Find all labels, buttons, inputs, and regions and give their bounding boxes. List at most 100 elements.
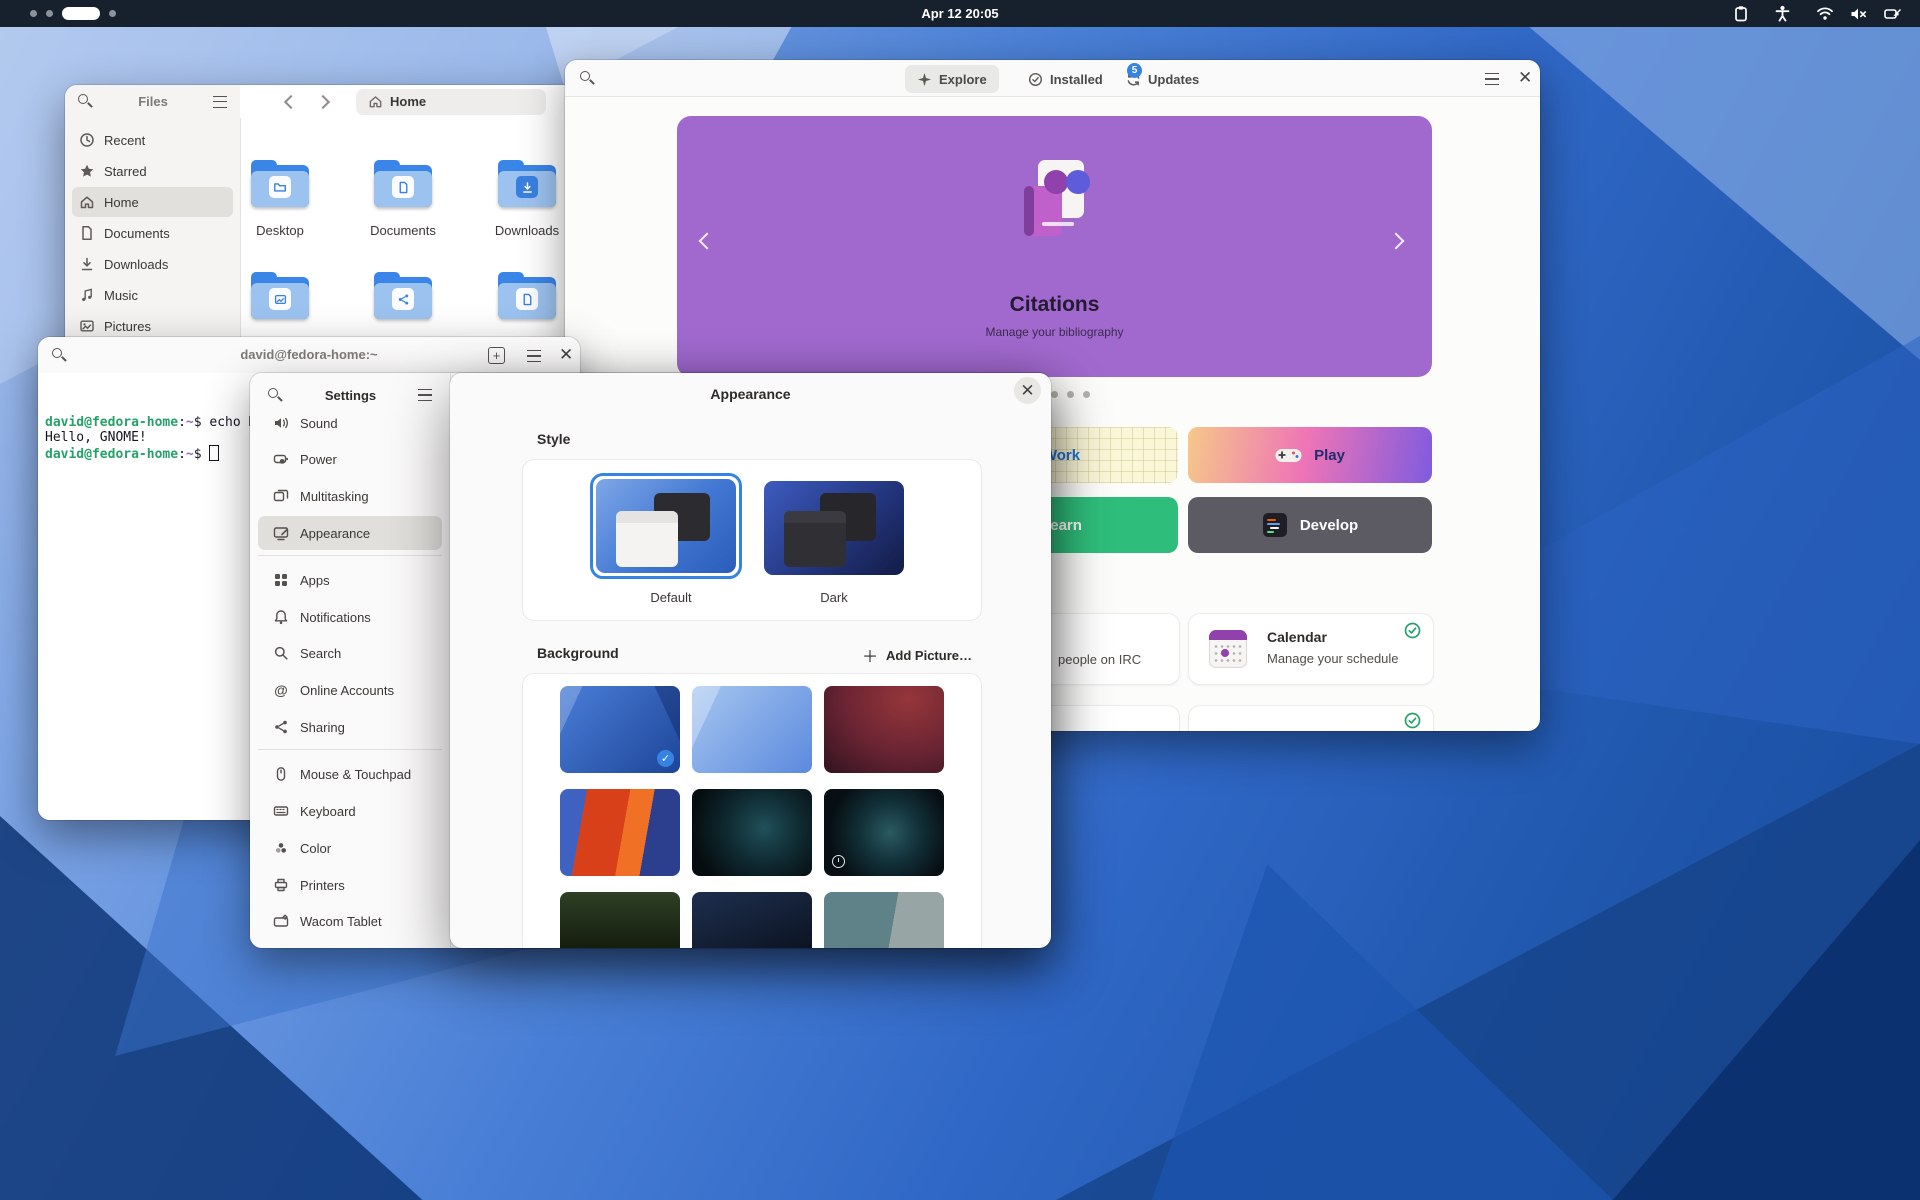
share-emblem-icon bbox=[392, 288, 414, 310]
category-tile-develop[interactable]: Develop bbox=[1188, 497, 1432, 553]
appearance-icon bbox=[273, 525, 289, 541]
settings-item-notifications[interactable]: Notifications bbox=[258, 600, 442, 634]
settings-sidebar: Settings Sound Power Multitasking Appear… bbox=[250, 373, 451, 948]
volume-muted-icon[interactable] bbox=[1850, 7, 1868, 21]
sidebar-item-starred[interactable]: Starred bbox=[72, 156, 233, 186]
search-icon[interactable] bbox=[78, 94, 93, 109]
wallpaper-thumb-selected[interactable]: ✓ bbox=[560, 686, 680, 773]
settings-item-appearance[interactable]: Appearance bbox=[258, 516, 442, 550]
close-icon[interactable]: ✕ bbox=[559, 346, 573, 363]
battery-icon bbox=[273, 451, 289, 467]
wallpaper-thumb[interactable] bbox=[824, 892, 944, 948]
wallpaper-thumb-slideshow[interactable] bbox=[824, 789, 944, 876]
folder-documents[interactable] bbox=[374, 160, 432, 207]
divider bbox=[258, 555, 442, 556]
document-icon bbox=[79, 225, 95, 241]
folder-downloads[interactable] bbox=[498, 160, 556, 207]
windows-icon bbox=[273, 488, 289, 504]
style-option-default[interactable] bbox=[590, 473, 742, 579]
folder-label[interactable]: Desktop bbox=[220, 223, 340, 238]
sparkle-icon bbox=[917, 72, 932, 87]
battery-icon[interactable] bbox=[1884, 6, 1902, 21]
settings-item-search[interactable]: Search bbox=[258, 636, 442, 670]
carousel-prev-icon[interactable] bbox=[701, 234, 713, 252]
sidebar-item-documents[interactable]: Documents bbox=[72, 218, 233, 248]
settings-item-sound[interactable]: Sound bbox=[258, 406, 442, 440]
wallpaper-thumb[interactable] bbox=[560, 892, 680, 948]
search-icon[interactable] bbox=[580, 71, 595, 86]
folder-item[interactable] bbox=[251, 272, 309, 319]
slideshow-clock-icon bbox=[832, 855, 845, 868]
home-icon bbox=[368, 94, 383, 109]
tab-installed[interactable]: Installed bbox=[1016, 65, 1115, 93]
back-icon[interactable] bbox=[284, 94, 298, 108]
mouse-icon bbox=[273, 766, 289, 782]
settings-item-color[interactable]: Color bbox=[258, 831, 442, 865]
plus-icon: ＋ bbox=[862, 643, 878, 667]
search-icon bbox=[273, 645, 289, 661]
featured-banner[interactable]: Citations Manage your bibliography bbox=[677, 116, 1432, 377]
folder-desktop[interactable] bbox=[251, 160, 309, 207]
add-picture-button[interactable]: ＋ Add Picture… bbox=[862, 643, 972, 667]
terminal-code-icon bbox=[1262, 512, 1288, 538]
app-card-calendar[interactable]: Calendar Manage your schedule bbox=[1188, 613, 1434, 685]
settings-item-apps[interactable]: Apps bbox=[258, 563, 442, 597]
carousel-next-icon[interactable] bbox=[1390, 234, 1402, 252]
settings-item-mouse-touchpad[interactable]: Mouse & Touchpad bbox=[258, 757, 442, 791]
app-card-partial[interactable] bbox=[1188, 705, 1434, 731]
tab-explore[interactable]: Explore bbox=[905, 65, 999, 93]
sidebar-item-music[interactable]: Music bbox=[72, 280, 233, 310]
image-emblem-icon bbox=[269, 288, 291, 310]
accessibility-icon[interactable] bbox=[1775, 5, 1790, 22]
search-icon[interactable] bbox=[268, 388, 283, 403]
sidebar-item-home[interactable]: Home bbox=[72, 187, 233, 217]
wifi-icon[interactable] bbox=[1816, 6, 1834, 21]
style-preview-dark bbox=[764, 481, 904, 575]
files-window-title: Files bbox=[93, 94, 213, 109]
settings-item-online-accounts[interactable]: @ Online Accounts bbox=[258, 673, 442, 707]
carousel-dots[interactable] bbox=[1051, 391, 1090, 398]
clipboard-icon[interactable] bbox=[1733, 5, 1749, 22]
style-option-dark[interactable] bbox=[764, 481, 904, 575]
menu-icon[interactable] bbox=[213, 96, 227, 108]
wallpaper-thumb[interactable] bbox=[824, 686, 944, 773]
settings-item-power[interactable]: Power bbox=[258, 442, 442, 476]
breadcrumb[interactable]: Home bbox=[356, 89, 546, 115]
clock-date[interactable]: Apr 12 20:05 bbox=[0, 0, 1920, 27]
settings-item-wacom[interactable]: Wacom Tablet bbox=[258, 904, 442, 938]
wallpaper-thumb[interactable] bbox=[692, 686, 812, 773]
document-emblem-icon bbox=[516, 288, 538, 310]
forward-icon[interactable] bbox=[316, 94, 330, 108]
wallpaper-thumb[interactable] bbox=[692, 892, 812, 948]
wallpaper-thumb[interactable] bbox=[560, 789, 680, 876]
installed-check-icon bbox=[1404, 712, 1421, 729]
close-icon[interactable]: ✕ bbox=[1014, 377, 1041, 404]
sidebar-item-recent[interactable]: Recent bbox=[72, 125, 233, 155]
folder-item[interactable] bbox=[374, 272, 432, 319]
settings-item-keyboard[interactable]: Keyboard bbox=[258, 794, 442, 828]
settings-item-multitasking[interactable]: Multitasking bbox=[258, 479, 442, 513]
settings-item-printers[interactable]: Printers bbox=[258, 868, 442, 902]
wallpaper-thumb[interactable] bbox=[692, 789, 812, 876]
background-section-label: Background bbox=[537, 645, 619, 661]
banner-title: Citations bbox=[677, 293, 1432, 317]
style-preview-light bbox=[596, 479, 736, 573]
music-note-icon bbox=[79, 287, 95, 303]
citations-app-icon bbox=[1004, 156, 1104, 252]
category-tile-play[interactable]: Play bbox=[1188, 427, 1432, 483]
folder-item[interactable] bbox=[498, 272, 556, 319]
style-option-label: Dark bbox=[764, 590, 904, 605]
selected-check-icon: ✓ bbox=[657, 750, 674, 767]
terminal-line: Hello, GNOME! bbox=[45, 430, 147, 445]
sidebar-item-downloads[interactable]: Downloads bbox=[72, 249, 233, 279]
bell-icon bbox=[273, 609, 289, 625]
close-icon[interactable]: ✕ bbox=[1518, 69, 1532, 86]
menu-icon[interactable] bbox=[1485, 73, 1499, 85]
menu-icon[interactable] bbox=[527, 350, 541, 362]
check-circle-icon bbox=[1028, 72, 1043, 87]
folder-label[interactable]: Documents bbox=[343, 223, 463, 238]
new-tab-icon[interactable] bbox=[488, 347, 505, 364]
settings-item-sharing[interactable]: Sharing bbox=[258, 710, 442, 744]
menu-icon[interactable] bbox=[418, 389, 432, 401]
dialog-title: Appearance bbox=[450, 386, 1051, 402]
